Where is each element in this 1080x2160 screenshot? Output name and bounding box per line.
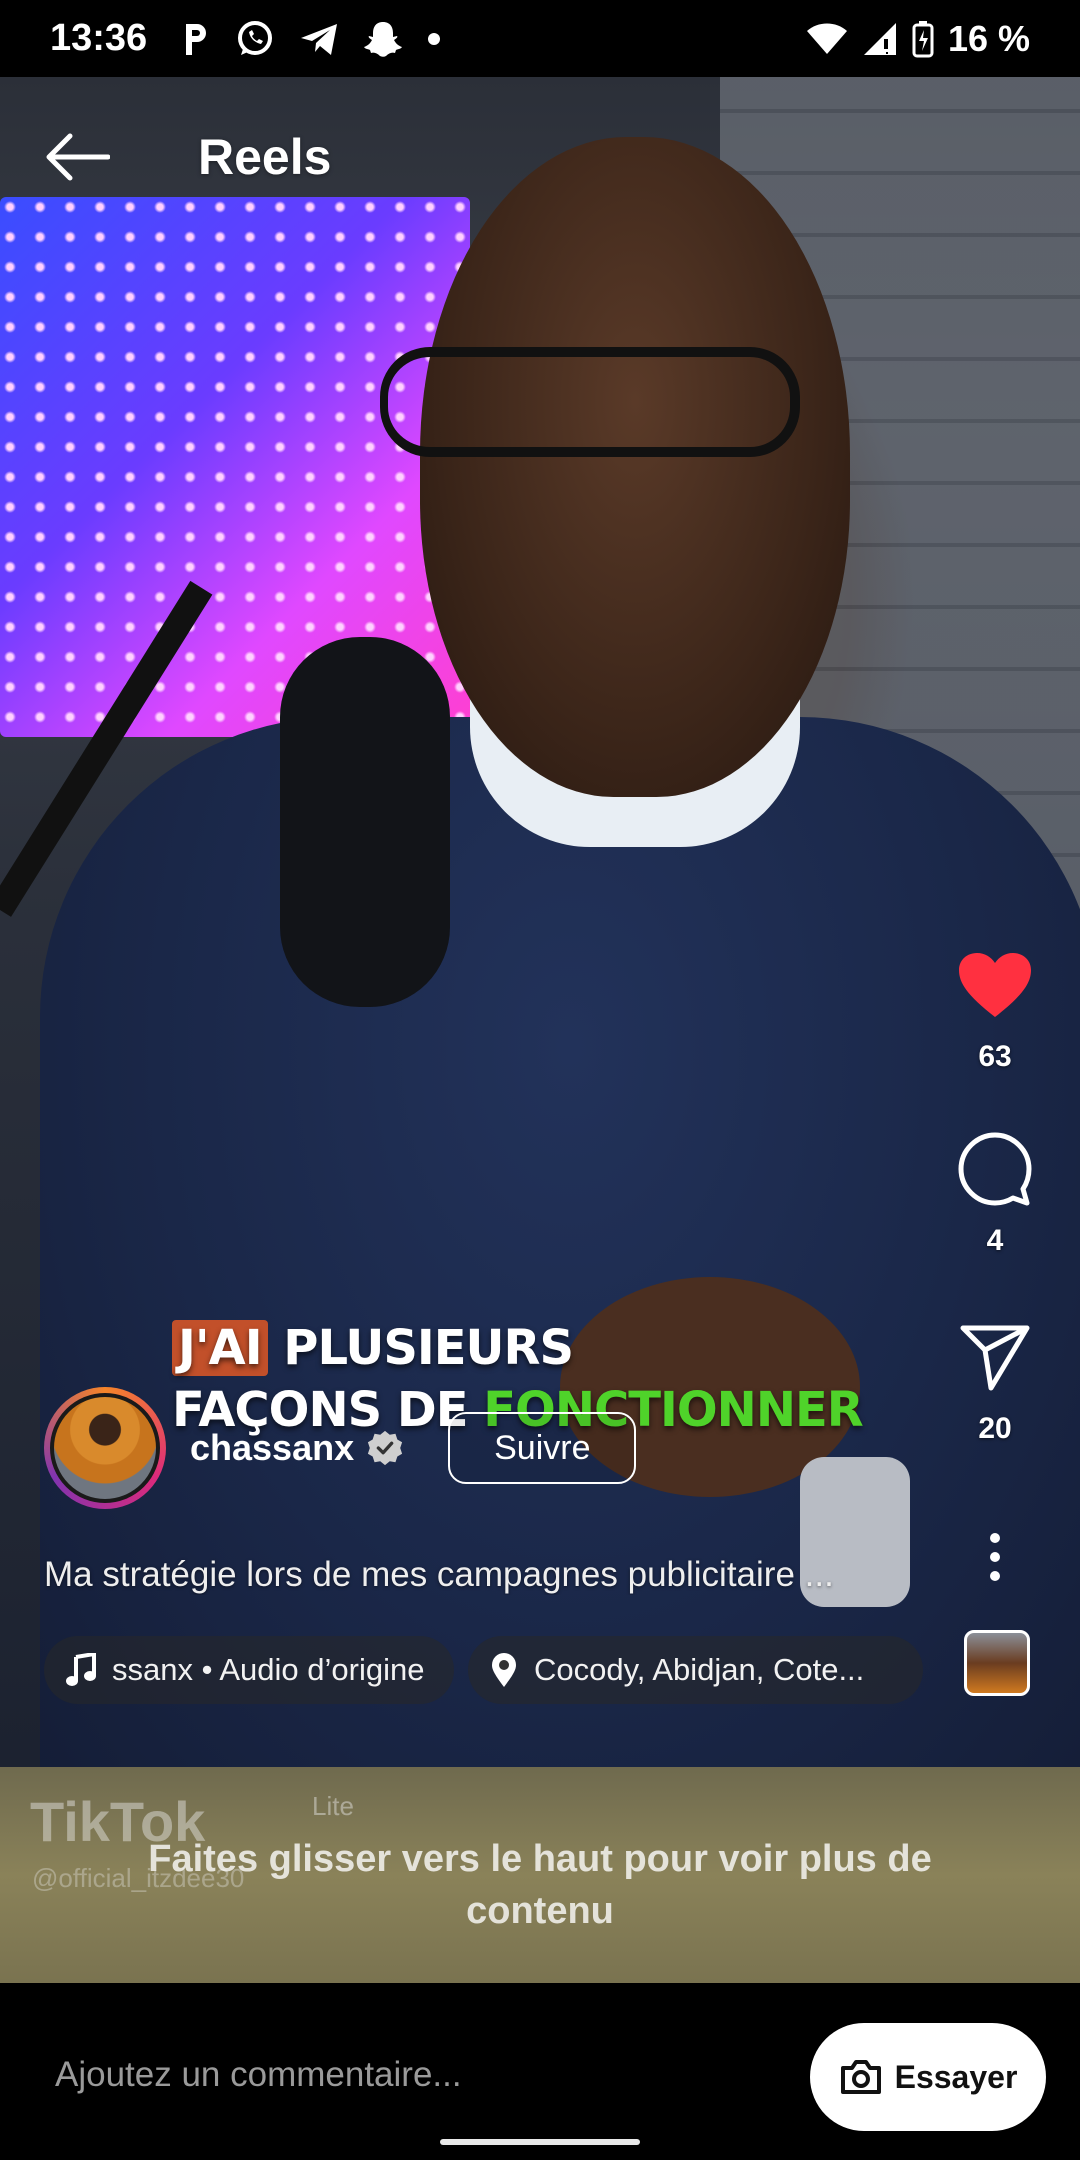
reel-description[interactable]: Ma stratégie lors de mes campagnes publi…	[44, 1555, 934, 1595]
audio-label: ssanx • Audio d’origine	[112, 1652, 425, 1687]
notification-icons	[181, 19, 441, 59]
system-status: 16 %	[806, 18, 1030, 60]
caption-highlight: J'AI	[172, 1320, 268, 1376]
like-button[interactable]	[950, 940, 1040, 1030]
battery-percent: 16 %	[947, 17, 1030, 59]
signal-icon	[863, 22, 896, 55]
try-label: Essayer	[894, 2058, 1018, 2095]
swipe-up-hint: Faites glisser vers le haut pour voir pl…	[148, 1838, 932, 1932]
verified-badge-icon	[368, 1430, 403, 1466]
location-chip[interactable]: Cocody, Abidjan, Cote...	[468, 1636, 923, 1704]
music-note-icon	[66, 1653, 96, 1686]
send-paper-plane-icon	[960, 1325, 1030, 1391]
snapchat-icon	[364, 21, 403, 57]
speaker-glasses	[380, 347, 800, 457]
dot-icon	[428, 32, 441, 45]
speaker-sweater	[40, 717, 1080, 1767]
location-label: Cocody, Abidjan, Cote...	[534, 1652, 865, 1687]
comment-count: 4	[986, 1224, 1004, 1257]
comment-bubble-icon	[958, 1132, 1032, 1206]
comment-bar: Ajoutez un commentaire... Essayer	[0, 1983, 1080, 2160]
caption-line1-rest: PLUSIEURS	[283, 1320, 574, 1376]
like-count[interactable]: 63	[978, 1040, 1011, 1074]
location-pin-icon	[492, 1653, 516, 1687]
share-action: 20	[940, 1312, 1050, 1446]
page-title: Reels	[198, 129, 332, 185]
reels-header: Reels	[0, 77, 1080, 237]
parking-icon	[186, 23, 207, 55]
comment-action: 4	[940, 1124, 1050, 1258]
microphone	[280, 637, 450, 1007]
comment-input[interactable]: Ajoutez un commentaire...	[55, 2055, 462, 2095]
telegram-icon	[301, 23, 338, 55]
like-action: 63	[940, 940, 1050, 1074]
more-vertical-icon	[990, 1533, 1000, 1581]
caption-line-1: J'AI PLUSIEURS	[172, 1317, 863, 1379]
camera-icon	[840, 2060, 881, 2094]
reel-chips: ssanx • Audio d’origine Cocody, Abidjan,…	[44, 1636, 923, 1704]
back-button[interactable]	[44, 127, 114, 187]
author-avatar[interactable]	[44, 1387, 166, 1509]
battery-icon	[912, 20, 934, 57]
audio-thumbnail[interactable]	[964, 1630, 1030, 1696]
more-action	[940, 1512, 1050, 1602]
audio-chip[interactable]: ssanx • Audio d’origine	[44, 1636, 454, 1704]
back-arrow-icon	[46, 133, 110, 181]
tiktok-lite-badge: Lite	[312, 1791, 354, 1821]
home-indicator[interactable]	[440, 2139, 640, 2145]
try-camera-button[interactable]: Essayer	[810, 2023, 1046, 2131]
comment-button[interactable]	[950, 1124, 1040, 1214]
whatsapp-icon	[238, 20, 273, 55]
avatar-photo	[50, 1393, 160, 1503]
follow-button[interactable]: Suivre	[448, 1412, 637, 1484]
author-username[interactable]: chassanx	[190, 1427, 354, 1469]
status-bar: 13:36 16 %	[0, 0, 1080, 77]
wifi-icon	[806, 23, 847, 54]
heart-filled-icon	[959, 953, 1031, 1017]
author-row: chassanx Suivre	[44, 1385, 637, 1511]
next-reel-preview[interactable]: TikTok Lite @official_itzdee30 Faites gl…	[0, 1767, 1080, 1983]
more-options-button[interactable]	[950, 1512, 1040, 1602]
share-button[interactable]	[950, 1312, 1040, 1402]
share-count: 20	[978, 1412, 1012, 1445]
reel-video[interactable]: J'AI PLUSIEURS FAÇONS DE FONCTIONNER	[0, 77, 1080, 1767]
status-time: 13:36	[50, 17, 148, 59]
